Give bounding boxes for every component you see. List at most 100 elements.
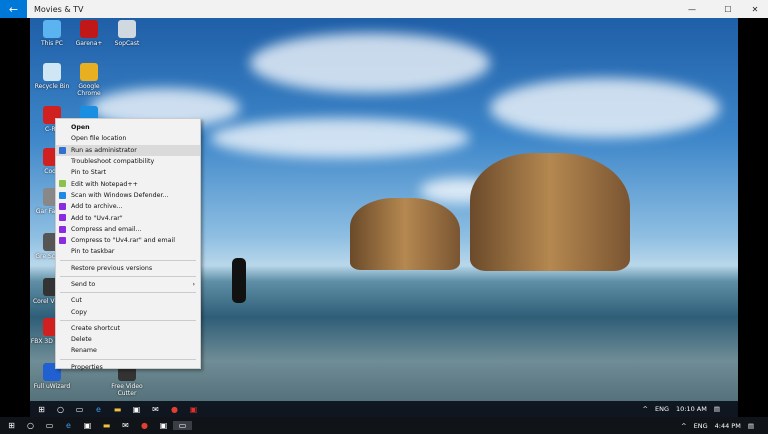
video-frame[interactable]: This PC Garena+ SopCast Recycle Bin Google C…: [30, 18, 738, 417]
menu-item-cut[interactable]: Cut: [56, 295, 200, 306]
menu-item-label: Rename: [71, 347, 97, 355]
menu-item-restore-previous-versions[interactable]: Restore previous versions: [56, 263, 200, 274]
menu-item-label: Copy: [71, 308, 87, 316]
app-icon[interactable]: ▣: [154, 421, 173, 430]
clock[interactable]: 4:44 PM: [715, 422, 741, 430]
menu-item-add-to-archive[interactable]: Add to archive...: [56, 201, 200, 212]
back-button[interactable]: ←: [0, 0, 27, 18]
winrar-icon: [59, 203, 66, 211]
app-icon: [43, 20, 61, 38]
explorer-icon[interactable]: ▬: [108, 405, 127, 414]
defender-icon: [59, 191, 66, 199]
winrar-icon: [59, 214, 66, 222]
desktop-icon-label: Google Chrome: [77, 83, 101, 97]
store-icon[interactable]: ▣: [127, 405, 146, 414]
chrome-icon[interactable]: ●: [135, 421, 154, 430]
tray-up-icon[interactable]: ^: [643, 405, 648, 413]
menu-item-troubleshoot-compatibility[interactable]: Troubleshoot compatibility: [56, 156, 200, 167]
chrome-icon[interactable]: ●: [165, 405, 184, 414]
notification-icon[interactable]: ▤: [714, 405, 720, 413]
maximize-button[interactable]: ☐: [713, 0, 743, 18]
minimize-button[interactable]: —: [677, 0, 707, 18]
menu-item-scan-with-windows-defender[interactable]: Scan with Windows Defender...: [56, 190, 200, 201]
notification-icon[interactable]: ▤: [748, 422, 754, 430]
menu-item-label: Cut: [71, 297, 82, 305]
menu-item-pin-to-taskbar[interactable]: Pin to taskbar: [56, 246, 200, 257]
menu-item-label: Add to "Uv4.rar": [71, 214, 123, 222]
menu-item-label: Pin to taskbar: [71, 248, 115, 256]
start-icon[interactable]: ⊞: [32, 405, 51, 414]
menu-item-send-to[interactable]: Send to ›: [56, 279, 200, 290]
app-icon: [80, 20, 98, 38]
menu-item-rename[interactable]: Rename: [56, 345, 200, 356]
edge-icon[interactable]: e: [89, 405, 108, 414]
submenu-arrow-icon: ›: [192, 281, 195, 288]
menu-item-label: Run as administrator: [71, 146, 137, 154]
menu-item-create-shortcut[interactable]: Create shortcut: [56, 323, 200, 334]
window-title: Movies & TV: [34, 4, 84, 14]
menu-item-label: Compress to "Uv4.rar" and email: [71, 237, 175, 245]
menu-item-label: Troubleshoot compatibility: [71, 158, 155, 166]
menu-item-copy[interactable]: Copy: [56, 306, 200, 317]
desktop-icon-label: Full uWizard: [33, 383, 71, 390]
lang-indicator[interactable]: ENG: [655, 405, 669, 413]
app-icon: [80, 63, 98, 81]
title-bar: ← Movies & TV — ☐ ✕: [0, 0, 768, 18]
menu-item-run-as-administrator[interactable]: Run as administrator: [56, 144, 200, 156]
menu-item-label: Scan with Windows Defender...: [71, 191, 169, 199]
tray-up-icon[interactable]: ^: [681, 422, 686, 430]
back-arrow-icon: ←: [8, 2, 19, 16]
menu-item-compress-and-email[interactable]: Compress and email...: [56, 224, 200, 235]
menu-separator: [60, 275, 196, 277]
menu-item-label: Compress and email...: [71, 225, 142, 233]
search-icon[interactable]: ○: [21, 421, 40, 430]
context-menu: Open Open file location Run as administrat…: [55, 118, 201, 371]
winrar-icon: [59, 225, 66, 233]
menu-item-properties[interactable]: Properties: [56, 362, 200, 373]
menu-item-label: Edit with Notepad++: [71, 180, 138, 188]
task-view-icon[interactable]: ▭: [40, 421, 59, 430]
menu-item-label: Open: [71, 124, 90, 132]
shield-icon: [59, 146, 66, 154]
menu-item-label: Delete: [71, 336, 92, 344]
mail-icon[interactable]: ✉: [116, 421, 135, 430]
menu-item-label: Restore previous versions: [71, 264, 153, 272]
taskbar: ⊞ ○ ▭ e ▣ ▬ ✉ ● ▣ ▭ ^ ENG 4:44 PM ▤: [0, 417, 768, 434]
app-icon: [43, 63, 61, 81]
menu-item-compress-to-uv4-rar-and-email[interactable]: Compress to "Uv4.rar" and email: [56, 235, 200, 246]
clock[interactable]: 10:10 AM: [676, 405, 707, 413]
menu-item-edit-with-notepad[interactable]: Edit with Notepad++: [56, 178, 200, 189]
app-icon[interactable]: ▣: [184, 405, 203, 414]
close-button[interactable]: ✕: [740, 0, 768, 18]
winrar-icon: [59, 236, 66, 244]
app-icon: [118, 20, 136, 38]
edge-icon[interactable]: e: [59, 421, 78, 430]
menu-separator: [60, 319, 196, 321]
movies-tv-icon[interactable]: ▭: [173, 421, 192, 430]
task-view-icon[interactable]: ▭: [70, 405, 89, 414]
menu-item-pin-to-start[interactable]: Pin to Start: [56, 167, 200, 178]
menu-item-open-file-location[interactable]: Open file location: [56, 133, 200, 144]
menu-item-open[interactable]: Open: [56, 122, 200, 133]
store-icon[interactable]: ▣: [78, 421, 97, 430]
menu-separator: [60, 358, 196, 360]
lang-indicator[interactable]: ENG: [694, 422, 708, 430]
menu-item-label: Add to archive...: [71, 203, 123, 211]
desktop-icon-label: SopCast: [114, 40, 140, 47]
menu-separator: [60, 259, 196, 261]
mail-icon[interactable]: ✉: [146, 405, 165, 414]
desktop-icon[interactable]: Google Chrome: [67, 63, 111, 97]
menu-item-label: Properties: [71, 363, 103, 371]
menu-item-add-to-uv4-rar[interactable]: Add to "Uv4.rar": [56, 212, 200, 223]
desktop-icon[interactable]: SopCast: [105, 20, 149, 47]
search-icon[interactable]: ○: [51, 405, 70, 414]
menu-item-delete[interactable]: Delete: [56, 334, 200, 345]
menu-item-label: Pin to Start: [71, 169, 107, 177]
explorer-icon[interactable]: ▬: [97, 421, 116, 430]
menu-separator: [60, 292, 196, 294]
menu-item-label: Open file location: [71, 135, 127, 143]
start-icon[interactable]: ⊞: [2, 421, 21, 430]
menu-item-label: Send to: [71, 281, 96, 288]
notepad-icon: [59, 180, 66, 188]
runner-silhouette: [232, 258, 246, 303]
